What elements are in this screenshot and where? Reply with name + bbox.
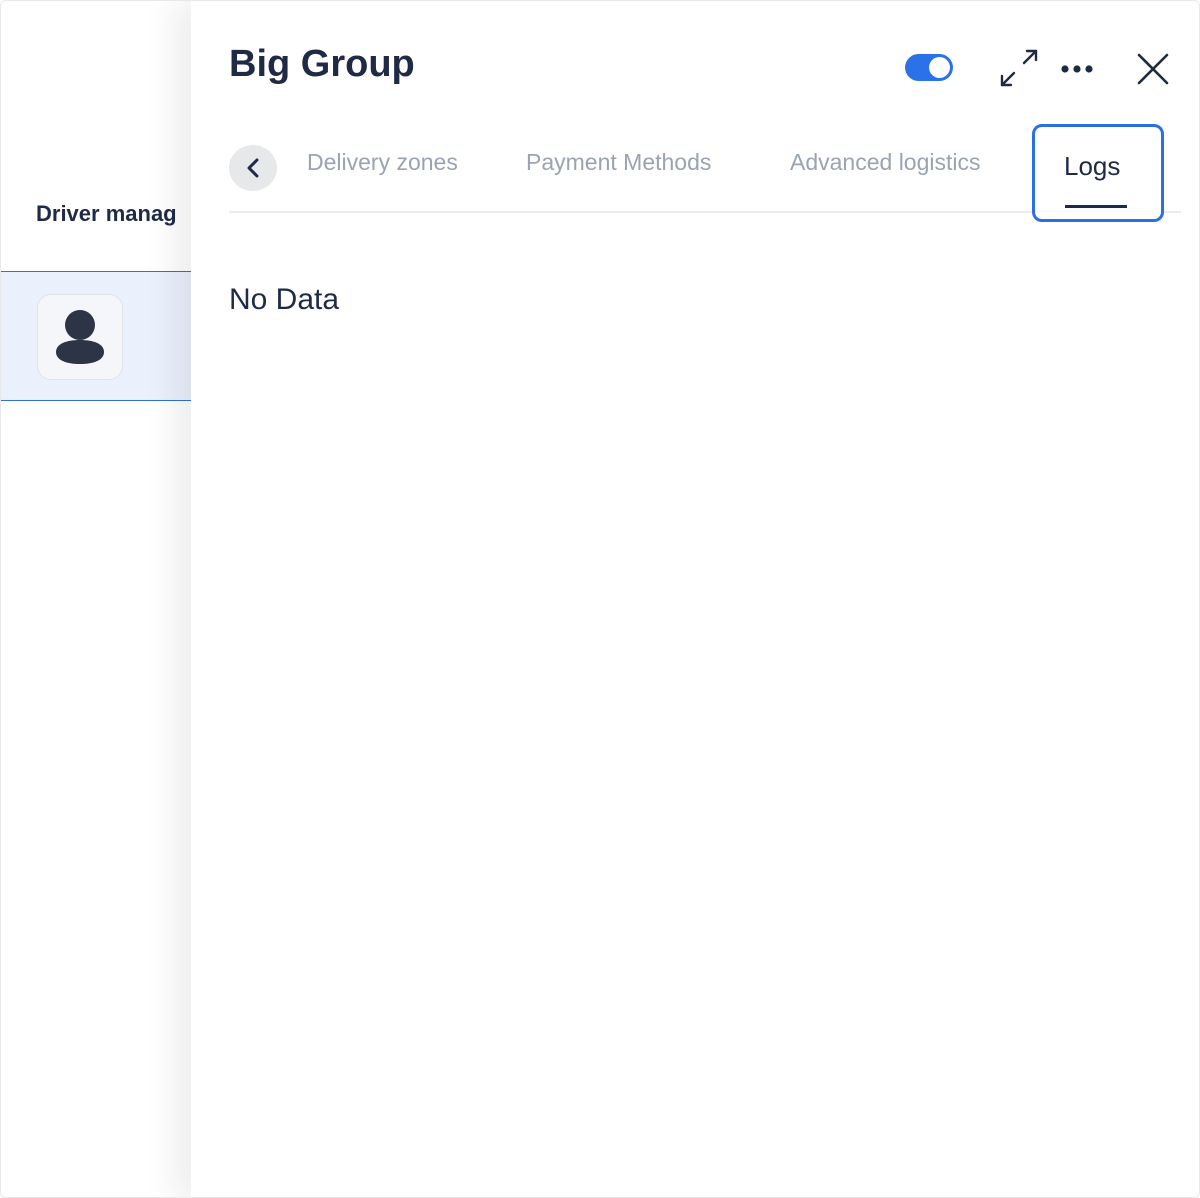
background-page-title: Driver manag <box>36 201 177 226</box>
drawer-title: Big Group <box>229 43 415 85</box>
tab-logs-label: Logs <box>1064 151 1121 181</box>
background-page: Driver manag <box>1 1 201 1197</box>
tab-delivery-zones[interactable]: Delivery zones <box>307 149 458 176</box>
avatar <box>37 294 123 380</box>
more-horizontal-icon <box>1061 65 1093 73</box>
group-detail-drawer: Big Group es <box>191 1 1199 1197</box>
tabs-scroll-left-button[interactable] <box>229 145 277 191</box>
empty-state-text: No Data <box>229 283 340 316</box>
user-icon <box>56 310 104 364</box>
toggle-knob <box>929 57 950 78</box>
tab-payment-methods[interactable]: Payment Methods <box>526 149 711 176</box>
active-tab-indicator <box>1065 205 1127 208</box>
active-toggle[interactable] <box>905 54 953 81</box>
window-frame: Driver manag Big Group Delivery zones Pa… <box>0 0 1200 1198</box>
expand-arrows-icon <box>1000 49 1038 87</box>
tab-bar: es Delivery zones Payment Methods Advanc… <box>229 121 1181 222</box>
close-icon <box>1137 53 1169 85</box>
tab-logs[interactable]: Logs <box>1032 124 1164 222</box>
chevron-left-icon <box>247 158 259 178</box>
tab-advanced-logistics[interactable]: Advanced logistics <box>790 149 981 176</box>
expand-button[interactable] <box>997 46 1041 90</box>
selected-list-row[interactable] <box>1 271 201 401</box>
more-options-button[interactable] <box>1055 51 1099 87</box>
close-button[interactable] <box>1131 47 1175 91</box>
